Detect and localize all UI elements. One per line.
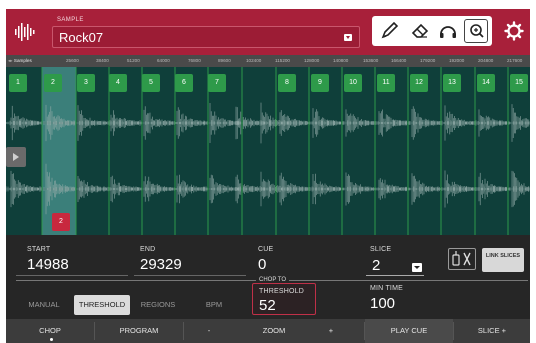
ruler-tick: 153600 xyxy=(363,58,379,63)
ruler-tick: 204800 xyxy=(478,58,494,63)
dropdown-caret-icon xyxy=(344,34,352,41)
end-value[interactable]: 29329 xyxy=(140,256,182,273)
ruler-tick: 140800 xyxy=(333,58,349,63)
divider xyxy=(16,275,128,276)
mode-threshold[interactable]: THRESHOLD xyxy=(74,295,130,315)
slice-marker[interactable]: 12 xyxy=(410,74,428,92)
sample-selector[interactable]: Rock07 xyxy=(52,26,360,48)
bottom-bar: CHOP PROGRAM - ZOOM + PLAY CUE SLICE + xyxy=(6,319,530,343)
zoom-in-button[interactable]: + xyxy=(306,319,356,343)
slice-marker[interactable]: 9 xyxy=(311,74,329,92)
ruler-tick: 89600 xyxy=(218,58,231,63)
start-value[interactable]: 14988 xyxy=(27,256,69,273)
threshold-value: 52 xyxy=(259,297,276,314)
ruler-tick: 179200 xyxy=(420,58,436,63)
ruler-tick: 51200 xyxy=(127,58,140,63)
play-icon[interactable] xyxy=(6,147,26,167)
ruler-label: ◂▸ Samples xyxy=(8,58,32,63)
slice-marker[interactable]: 6 xyxy=(175,74,193,92)
slice-marker[interactable]: 4 xyxy=(109,74,127,92)
tool-group xyxy=(372,16,492,46)
header-bar: SAMPLE Rock07 xyxy=(6,9,530,55)
slice-value[interactable]: 2 xyxy=(372,257,380,274)
divider xyxy=(134,275,246,276)
eraser-icon[interactable] xyxy=(408,20,432,42)
divider xyxy=(366,275,424,276)
pencil-icon[interactable] xyxy=(378,20,402,42)
slice-marker[interactable]: 7 xyxy=(208,74,226,92)
ruler-tick: 64000 xyxy=(157,58,170,63)
ruler-tick: 38400 xyxy=(96,58,109,63)
ruler-tick: 192000 xyxy=(449,58,465,63)
min-time-label: MIN TIME xyxy=(370,285,403,292)
link-slices-button[interactable]: LINK SLICES xyxy=(482,248,524,272)
sample-name: Rock07 xyxy=(59,30,104,45)
program-button[interactable]: PROGRAM xyxy=(95,319,183,343)
start-label: START xyxy=(27,246,51,253)
headphones-icon[interactable] xyxy=(436,20,460,42)
ruler-tick: 217600 xyxy=(507,58,523,63)
zoom-label: ZOOM xyxy=(262,326,286,335)
threshold-field[interactable]: THRESHOLD 52 xyxy=(252,283,316,315)
dropdown-caret-icon[interactable] xyxy=(412,263,422,272)
slice-end-marker[interactable]: 2 xyxy=(52,213,70,231)
slice-plus-button[interactable]: SLICE + xyxy=(454,319,530,343)
end-label: END xyxy=(140,246,156,253)
ruler-tick: 76800 xyxy=(188,58,201,63)
active-indicator xyxy=(50,338,53,341)
waveform-logo-icon xyxy=(10,16,42,48)
mode-bpm[interactable]: BPM xyxy=(194,295,234,315)
sample-ruler[interactable]: ◂▸ Samples 25600 38400 51200 64000 76800… xyxy=(6,55,530,67)
selected-slice-region xyxy=(42,67,76,235)
slice-label: SLICE xyxy=(370,246,392,253)
zoom-out-button[interactable]: - xyxy=(184,319,234,343)
slice-marker[interactable]: 2 xyxy=(44,74,62,92)
zoom-icon[interactable] xyxy=(464,19,488,43)
waveform xyxy=(6,67,530,235)
chop-screen: SAMPLE Rock07 ◂▸ Samples 25600 38400 512… xyxy=(6,9,530,343)
slice-marker[interactable]: 10 xyxy=(344,74,362,92)
cue-label: CUE xyxy=(258,246,274,253)
slice-marker[interactable]: 15 xyxy=(510,74,528,92)
cue-value[interactable]: 0 xyxy=(258,256,266,273)
slice-marker[interactable]: 11 xyxy=(377,74,395,92)
play-cue-button[interactable]: PLAY CUE xyxy=(365,319,453,343)
min-time-value[interactable]: 100 xyxy=(370,295,395,312)
slice-marker[interactable]: 8 xyxy=(278,74,296,92)
parameter-panel: START 14988 END 29329 CUE 0 SLICE 2 LINK… xyxy=(6,235,530,319)
sample-label: SAMPLE xyxy=(57,17,84,23)
ruler-tick: 128000 xyxy=(304,58,320,63)
ruler-tick: 102400 xyxy=(246,58,262,63)
gear-icon[interactable] xyxy=(503,20,525,42)
slice-marker[interactable]: 14 xyxy=(477,74,495,92)
ruler-tick: 115200 xyxy=(275,58,290,63)
slice-marker[interactable]: 3 xyxy=(77,74,95,92)
waveform-view[interactable]: 1 2 3 4 5 6 7 8 9 10 11 12 13 14 15 2 xyxy=(6,67,530,235)
threshold-label: THRESHOLD xyxy=(259,288,304,295)
mode-manual[interactable]: MANUAL xyxy=(22,295,66,315)
slice-marker[interactable]: 1 xyxy=(9,74,27,92)
ruler-tick: 166400 xyxy=(391,58,407,63)
slice-marker[interactable]: 13 xyxy=(443,74,461,92)
chop-tool-icon[interactable] xyxy=(448,248,476,270)
slice-marker[interactable]: 5 xyxy=(142,74,160,92)
ruler-tick: 25600 xyxy=(66,58,79,63)
mode-regions[interactable]: REGIONS xyxy=(136,295,180,315)
